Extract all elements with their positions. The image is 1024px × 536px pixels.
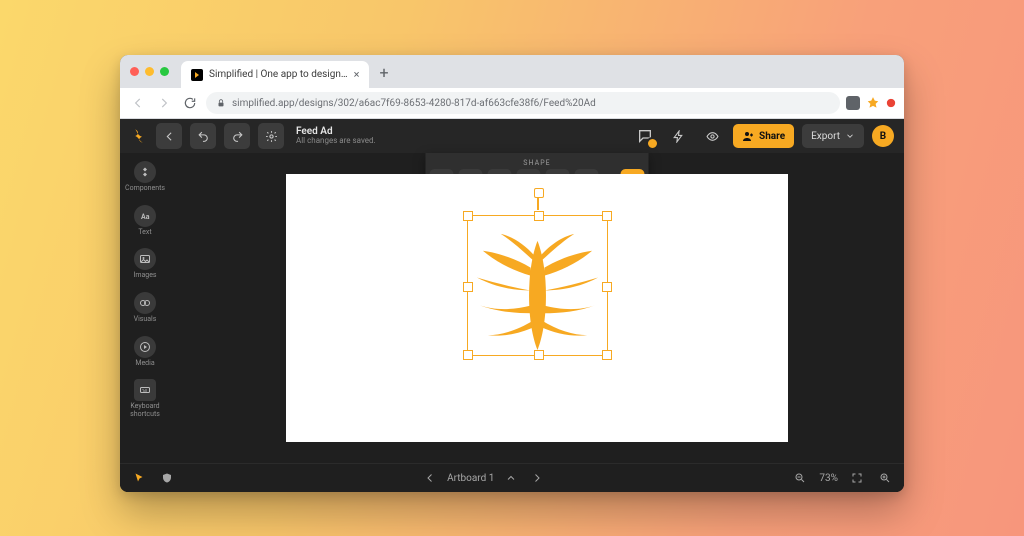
workspace: Components Aa Text Images Visuals Media — [120, 153, 904, 463]
app-logo-icon[interactable] — [130, 127, 148, 145]
tab-close-icon[interactable]: × — [354, 68, 360, 81]
resize-handle[interactable] — [463, 350, 473, 360]
sidebar-item-label: Keyboard shortcuts — [122, 403, 168, 418]
favicon-icon — [191, 69, 203, 81]
share-label: Share — [759, 131, 785, 142]
lock-icon — [216, 98, 226, 108]
export-label: Export — [811, 131, 840, 142]
resize-handle[interactable] — [602, 350, 612, 360]
resize-handle[interactable] — [463, 282, 473, 292]
url-field[interactable]: simplified.app/designs/302/a6ac7f69-8653… — [206, 92, 840, 114]
extension-icon[interactable] — [886, 98, 896, 108]
media-icon — [134, 336, 156, 358]
left-sidebar: Components Aa Text Images Visuals Media — [120, 153, 170, 463]
shape-leaf-icon — [468, 216, 607, 355]
cursor-tool-button[interactable] — [130, 469, 148, 487]
chevron-down-icon — [845, 131, 855, 141]
minimize-window-icon[interactable] — [145, 67, 154, 76]
zoom-in-button[interactable] — [876, 469, 894, 487]
sidebar-item-label: Images — [133, 272, 156, 280]
nav-back-button[interactable] — [128, 93, 148, 113]
artboard[interactable] — [286, 174, 788, 442]
new-tab-button[interactable]: + — [379, 63, 388, 82]
prev-artboard-button[interactable] — [421, 469, 439, 487]
resize-handle[interactable] — [602, 282, 612, 292]
images-icon — [134, 248, 156, 270]
zoom-out-button[interactable] — [791, 469, 809, 487]
sidebar-item-label: Media — [135, 360, 154, 368]
export-button[interactable]: Export — [802, 124, 864, 148]
tab-strip: Simplified | One app to design… × + — [120, 55, 904, 88]
fit-screen-button[interactable] — [848, 469, 866, 487]
app-toolbar: Feed Ad All changes are saved. Share Exp… — [120, 119, 904, 153]
share-button[interactable]: Share — [733, 124, 794, 148]
resize-handle[interactable] — [602, 211, 612, 221]
browser-window: Simplified | One app to design… × + simp… — [120, 55, 904, 492]
sidebar-item-shortcuts[interactable]: Keyboard shortcuts — [122, 375, 168, 422]
artboard-menu-button[interactable] — [502, 469, 520, 487]
resize-handle[interactable] — [534, 211, 544, 221]
sidebar-toggle-button[interactable] — [156, 123, 182, 149]
settings-button[interactable] — [258, 123, 284, 149]
nav-forward-button[interactable] — [154, 93, 174, 113]
avatar[interactable]: B — [872, 125, 894, 147]
browser-tab[interactable]: Simplified | One app to design… × — [181, 61, 369, 88]
sidebar-item-visuals[interactable]: Visuals — [122, 288, 168, 328]
visuals-icon — [134, 292, 156, 314]
app-root: Feed Ad All changes are saved. Share Exp… — [120, 119, 904, 492]
window-controls[interactable] — [126, 55, 175, 88]
undo-button[interactable] — [190, 123, 216, 149]
rotation-handle[interactable] — [537, 194, 539, 210]
close-window-icon[interactable] — [130, 67, 139, 76]
resize-handle[interactable] — [463, 211, 473, 221]
browser-extensions — [846, 96, 896, 110]
next-artboard-button[interactable] — [528, 469, 546, 487]
sidebar-item-label: Text — [138, 229, 151, 237]
sidebar-item-label: Visuals — [134, 316, 157, 324]
sidebar-item-components[interactable]: Components — [122, 157, 168, 197]
sidebar-item-media[interactable]: Media — [122, 332, 168, 372]
components-icon — [134, 161, 156, 183]
project-title-block: Feed Ad All changes are saved. — [296, 126, 376, 146]
tab-title: Simplified | One app to design… — [209, 69, 348, 80]
extension-icon[interactable] — [846, 96, 860, 110]
extension-icon[interactable] — [866, 96, 880, 110]
address-bar: simplified.app/designs/302/a6ac7f69-8653… — [120, 88, 904, 119]
selection-bounds[interactable] — [467, 215, 608, 356]
save-status: All changes are saved. — [296, 137, 376, 146]
url-text: simplified.app/designs/302/a6ac7f69-8653… — [232, 98, 596, 109]
preview-button[interactable] — [699, 123, 725, 149]
artboard-label: Artboard 1 — [447, 473, 494, 484]
fullscreen-window-icon[interactable] — [160, 67, 169, 76]
comments-button[interactable] — [633, 124, 657, 148]
text-icon: Aa — [134, 205, 156, 227]
flash-button[interactable] — [665, 123, 691, 149]
sidebar-item-label: Components — [125, 185, 165, 193]
svg-text:Aa: Aa — [141, 213, 150, 221]
user-plus-icon — [742, 130, 754, 142]
zoom-value[interactable]: 73% — [819, 473, 838, 484]
sidebar-item-text[interactable]: Aa Text — [122, 201, 168, 241]
redo-button[interactable] — [224, 123, 250, 149]
shield-icon[interactable] — [158, 469, 176, 487]
keyboard-icon — [134, 379, 156, 401]
bottom-bar: Artboard 1 73% — [120, 463, 904, 492]
shape-toolbar-caption: SHAPE — [430, 157, 645, 169]
resize-handle[interactable] — [534, 350, 544, 360]
nav-reload-button[interactable] — [180, 93, 200, 113]
sidebar-item-images[interactable]: Images — [122, 244, 168, 284]
canvas-area[interactable]: SHAPE More — [170, 153, 904, 463]
notification-badge-icon — [646, 137, 659, 150]
